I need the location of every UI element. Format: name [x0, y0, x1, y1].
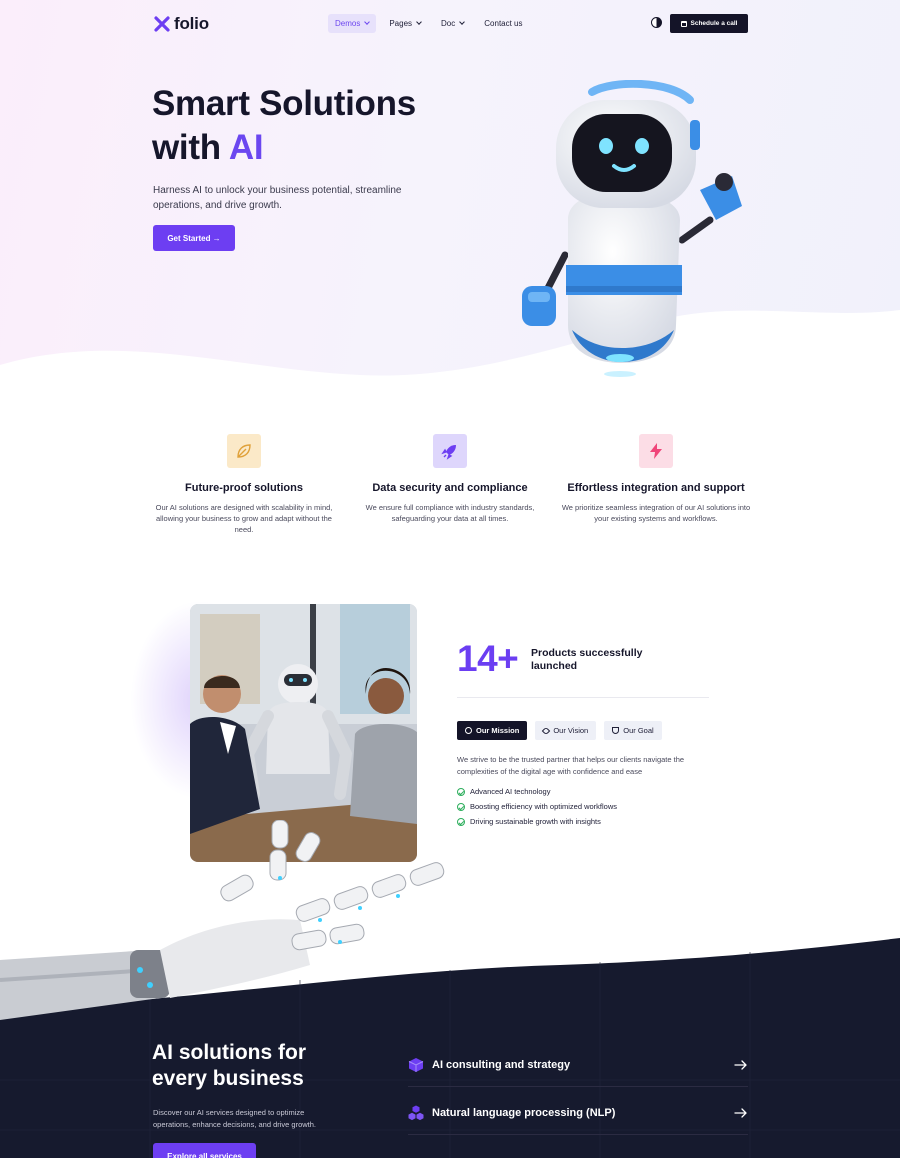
tab-label: Our Mission: [476, 726, 520, 735]
robotic-hand-illustration: [0, 820, 445, 1020]
services-title-line2: every business: [152, 1067, 304, 1090]
robot-illustration: [522, 80, 742, 377]
theme-toggle-icon[interactable]: [651, 17, 662, 28]
service-item-ai-consulting[interactable]: AI consulting and strategy: [408, 1043, 748, 1087]
services-title-line1: AI solutions for: [152, 1041, 306, 1064]
nav-demos[interactable]: Demos: [328, 14, 377, 33]
schedule-call-button[interactable]: Schedule a call: [670, 14, 748, 33]
tab-label: Our Vision: [553, 726, 589, 735]
feature-description: Our AI solutions are designed with scala…: [155, 503, 333, 534]
check-circle-icon: [457, 787, 465, 796]
feature-description: We prioritize seamless integration of ou…: [561, 503, 751, 523]
nav-demos-label: Demos: [335, 19, 361, 28]
tab-our-mission[interactable]: Our Mission: [457, 721, 528, 740]
logo-text: folio: [174, 14, 209, 33]
feature-data-security: Data security and compliance We ensure f…: [355, 434, 545, 524]
calendar-icon: [680, 20, 687, 27]
feature-description: We ensure full compliance with industry …: [365, 503, 535, 523]
logo-mark-icon: [154, 16, 170, 32]
chevron-down-icon: [459, 19, 466, 25]
hero-title-line2-prefix: with: [152, 128, 229, 167]
stat-label: Products successfully launched: [531, 647, 643, 672]
explore-services-button[interactable]: Explore all services: [153, 1143, 256, 1158]
rocket-icon: [433, 434, 467, 468]
checklist-item-label: Driving sustainable growth with insights: [470, 817, 601, 826]
services-title: AI solutions for every business: [152, 1040, 306, 1092]
checklist-item: Driving sustainable growth with insights: [457, 814, 617, 829]
feature-title: Future-proof solutions: [185, 482, 303, 494]
hero-description: Harness AI to unlock your business poten…: [153, 185, 402, 211]
tab-our-vision[interactable]: Our Vision: [535, 721, 597, 740]
nav-contact-label: Contact us: [484, 19, 523, 28]
hero-title-line1: Smart Solutions: [152, 84, 416, 123]
lightning-icon: [639, 434, 673, 468]
about-tabs: Our Mission Our Vision Our Goal: [457, 721, 662, 740]
chevron-down-icon: [416, 19, 422, 25]
nav-doc[interactable]: Doc: [434, 14, 471, 33]
hero-wave: [0, 310, 900, 410]
stat-number: 14+: [457, 638, 519, 679]
checklist-item-label: Advanced AI technology: [470, 787, 551, 796]
mission-description: We strive to be the trusted partner that…: [457, 755, 685, 776]
service-item-label: AI consulting and strategy: [432, 1058, 571, 1071]
schedule-call-label: Schedule a call: [690, 20, 738, 27]
nav-pages-label: Pages: [389, 19, 413, 28]
trophy-icon: [612, 727, 620, 734]
tab-our-goal[interactable]: Our Goal: [604, 721, 662, 740]
get-started-button[interactable]: Get Started →: [153, 225, 235, 251]
services-description: Discover our AI services designed to opt…: [153, 1108, 317, 1129]
arrow-right-icon: [734, 1059, 747, 1070]
feature-future-proof: Future-proof solutions Our AI solutions …: [149, 434, 339, 535]
target-icon: [465, 727, 472, 734]
nav-pages[interactable]: Pages: [382, 14, 428, 33]
arrow-right-icon: [734, 1107, 747, 1118]
checklist-item-label: Boosting efficiency with optimized workf…: [470, 802, 618, 811]
feature-title: Effortless integration and support: [567, 482, 745, 494]
feature-title: Data security and compliance: [372, 482, 528, 494]
eye-icon: [542, 726, 551, 735]
checklist-item: Boosting efficiency with optimized workf…: [457, 799, 617, 814]
mission-checklist: Advanced AI technology Boosting efficien…: [457, 784, 617, 829]
check-circle-icon: [457, 802, 465, 811]
service-item-label: Natural language processing (NLP): [432, 1106, 616, 1119]
logo[interactable]: folio: [154, 14, 209, 34]
chevron-down-icon: [364, 19, 371, 25]
cube-icon: [408, 1057, 424, 1072]
feature-integration: Effortless integration and support We pr…: [561, 434, 751, 524]
divider: [457, 697, 709, 698]
nav-contact[interactable]: Contact us: [477, 14, 529, 33]
leaf-icon: [227, 434, 261, 468]
cubes-icon: [408, 1105, 424, 1120]
hero-title-accent: AI: [228, 128, 264, 167]
hero-title: Smart Solutions with AI: [152, 82, 416, 170]
checklist-item: Advanced AI technology: [457, 784, 617, 799]
tab-label: Our Goal: [623, 726, 654, 735]
service-item-nlp[interactable]: Natural language processing (NLP): [408, 1091, 748, 1135]
nav-doc-label: Doc: [441, 19, 456, 28]
main-nav: Demos Pages Doc Contact us: [328, 14, 530, 33]
